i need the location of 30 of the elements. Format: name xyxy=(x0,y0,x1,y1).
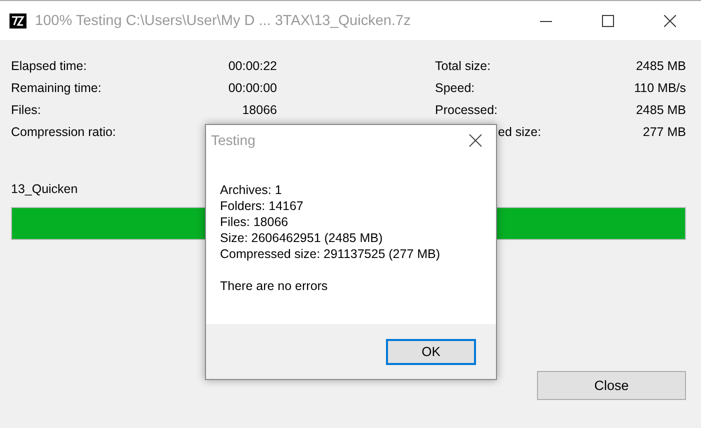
stat-label: Remaining time: xyxy=(11,81,102,95)
stat-value: 00:00:00 xyxy=(228,81,277,95)
stat-label: Processed: xyxy=(435,103,498,117)
current-file-name: 13_Quicken xyxy=(11,182,78,198)
stat-value: 18066 xyxy=(242,103,277,117)
stat-label: ed size: xyxy=(498,125,542,139)
result-line: Files: 18066 xyxy=(220,214,290,230)
stat-value: 110 MB/s xyxy=(634,81,686,95)
app-icon xyxy=(9,12,27,28)
window-title: 100% Testing C:\Users\User\My D ... 3TAX\13_Quicken.7z xyxy=(35,12,412,28)
ok-button[interactable]: OK xyxy=(386,338,476,364)
stat-label: Files: xyxy=(11,103,41,117)
stat-label: Total size: xyxy=(435,59,491,73)
maximize-icon[interactable] xyxy=(602,14,614,26)
stat-value: 2485 MB xyxy=(636,59,686,73)
stat-label: Compression ratio: xyxy=(11,125,116,139)
stat-value: 2485 MB xyxy=(636,103,686,117)
dialog-title: Testing xyxy=(211,132,256,148)
result-line: Compressed size: 291137525 (277 MB) xyxy=(220,246,442,262)
stat-value: 277 MB xyxy=(642,125,686,139)
result-line: Archives: 1 xyxy=(220,182,283,198)
stat-value: 00:00:22 xyxy=(228,59,277,73)
stat-label: Speed: xyxy=(435,81,475,95)
close-icon[interactable] xyxy=(469,134,482,146)
stat-label: Elapsed time: xyxy=(11,59,87,73)
result-line: Folders: 14167 xyxy=(220,198,304,214)
result-message: There are no errors xyxy=(220,278,329,294)
close-button[interactable]: Close xyxy=(537,371,686,400)
close-icon[interactable] xyxy=(664,14,676,26)
result-line: Size: 2606462951 (2485 MB) xyxy=(220,230,384,246)
